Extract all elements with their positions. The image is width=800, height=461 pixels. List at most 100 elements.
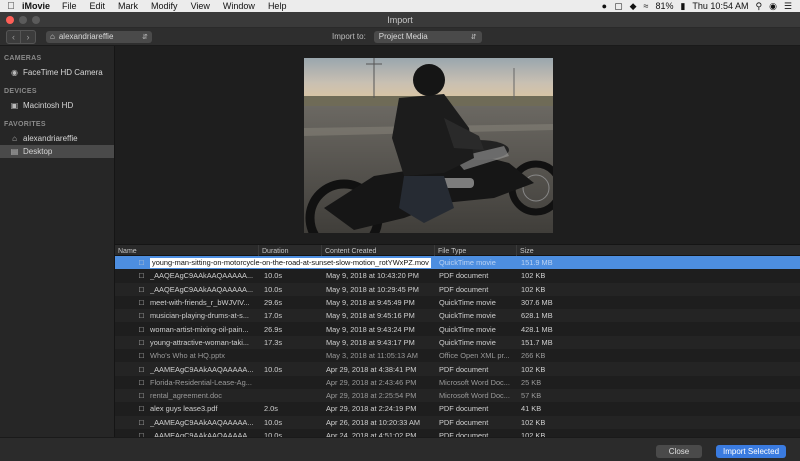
- file-created: Apr 29, 2018 at 2:24:19 PM: [326, 404, 417, 414]
- window-titlebar: Import: [0, 12, 800, 28]
- apple-menu-icon[interactable]: : [0, 1, 22, 12]
- home-icon: ⌂: [12, 134, 17, 143]
- file-size: 57 KB: [521, 391, 542, 401]
- file-name: _AAMEAgC9AAkAAQAAAAA...: [150, 431, 254, 437]
- sidebar-item-desktop[interactable]: ▤ Desktop: [0, 145, 114, 158]
- battery-icon[interactable]: ▮: [680, 1, 685, 12]
- file-icon: □: [139, 431, 144, 437]
- table-row[interactable]: □ musician-playing-drums-at-s... 17.0s M…: [115, 309, 800, 323]
- file-duration: 26.9s: [264, 324, 283, 334]
- file-icon: □: [139, 377, 144, 387]
- file-created: May 3, 2018 at 11:05:13 AM: [326, 351, 418, 361]
- file-created: Apr 29, 2018 at 2:25:54 PM: [326, 391, 417, 401]
- folder-icon: ▤: [10, 147, 19, 156]
- file-name: _AAMEAgC9AAkAAQAAAAA...: [150, 364, 254, 374]
- video-file-icon: □: [139, 311, 144, 321]
- import-selected-button[interactable]: Import Selected: [716, 445, 786, 458]
- file-created: Apr 29, 2018 at 2:43:46 PM: [326, 377, 417, 387]
- file-type: QuickTime movie: [439, 337, 496, 347]
- user-avatar-icon[interactable]: ◉: [769, 1, 777, 12]
- file-icon: □: [139, 364, 144, 374]
- sidebar-item-label: Desktop: [23, 147, 53, 156]
- file-type: Office Open XML pr...: [439, 351, 510, 361]
- section-cameras: CAMERAS: [4, 55, 42, 62]
- file-icon: □: [139, 271, 144, 281]
- file-icon: □: [139, 417, 144, 427]
- video-file-icon: □: [139, 337, 144, 347]
- file-size: 102 KB: [521, 417, 546, 427]
- creative-cloud-icon[interactable]: ●: [602, 1, 607, 11]
- location-label: alexandriareffie: [58, 32, 114, 41]
- table-row[interactable]: □ alex guys lease3.pdf 2.0s Apr 29, 2018…: [115, 402, 800, 415]
- file-type: QuickTime movie: [439, 298, 496, 308]
- file-type: PDF document: [439, 404, 489, 414]
- video-file-icon: □: [139, 324, 144, 334]
- table-row[interactable]: □ _AAMEAgC9AAkAAQAAAAA... 10.0s Apr 29, …: [115, 362, 800, 376]
- menu-file[interactable]: File: [62, 1, 77, 11]
- table-row[interactable]: □ _AAQEAgC9AAkAAQAAAAA... 10.0s May 9, 2…: [115, 282, 800, 296]
- file-type: PDF document: [439, 271, 489, 281]
- back-icon[interactable]: ‹: [7, 30, 21, 43]
- menu-help[interactable]: Help: [268, 1, 287, 11]
- section-devices: DEVICES: [4, 88, 37, 95]
- file-size: 428.1 MB: [521, 324, 553, 334]
- battery-percent[interactable]: 81%: [655, 1, 673, 11]
- table-row[interactable]: □ young-man-sitting-on-motorcycle-on-the…: [115, 256, 800, 270]
- table-row[interactable]: □ _AAMEAgC9AAkAAQAAAAA... 10.0s Apr 26, …: [115, 415, 800, 429]
- file-size: 41 KB: [521, 404, 542, 414]
- file-type: Microsoft Word Doc...: [439, 391, 510, 401]
- table-row[interactable]: □ _AAMEAgC9AAkAAQAAAAA... 10.0s Apr 24, …: [115, 429, 800, 437]
- file-name-edit-field[interactable]: young-man-sitting-on-motorcycle-on-the-r…: [150, 257, 431, 268]
- forward-icon[interactable]: ›: [21, 31, 35, 43]
- table-row[interactable]: □ woman-artist-mixing-oil-pain... 26.9s …: [115, 322, 800, 335]
- table-row[interactable]: □ rental_agreement.doc Apr 29, 2018 at 2…: [115, 388, 800, 403]
- sidebar-item-label: alexandriareffie: [23, 134, 78, 143]
- sidebar-item-facetime-camera[interactable]: ◉ FaceTime HD Camera: [0, 66, 114, 79]
- file-name[interactable]: young-man-sitting-on-motorcycle-on-the-r…: [150, 256, 480, 269]
- motorcycle-rider-thumbnail: [304, 58, 553, 233]
- menu-window[interactable]: Window: [223, 1, 255, 11]
- file-name: young-attractive-woman-taki...: [150, 337, 249, 347]
- sidebar: CAMERAS ◉ FaceTime HD Camera DEVICES ▣ M…: [0, 46, 115, 437]
- table-row[interactable]: □ Florida-Residential-Lease-Ag... Apr 29…: [115, 376, 800, 389]
- sidebar-item-home[interactable]: ⌂ alexandriareffie: [0, 132, 114, 145]
- location-dropdown[interactable]: ⌂ alexandriareffie ⇵: [46, 30, 152, 43]
- clock[interactable]: Thu 10:54 AM: [692, 1, 748, 11]
- camera-icon: ◉: [11, 68, 18, 77]
- file-icon: □: [139, 351, 144, 361]
- menu-mark[interactable]: Mark: [118, 1, 138, 11]
- menu-modify[interactable]: Modify: [151, 1, 178, 11]
- file-size: 266 KB: [521, 351, 546, 361]
- table-header: Name Duration Content Created File Type …: [115, 244, 800, 257]
- import-destination-dropdown[interactable]: Project Media ⇵: [373, 30, 482, 43]
- table-row[interactable]: □ young-attractive-woman-taki... 17.3s M…: [115, 335, 800, 350]
- file-type: QuickTime movie: [439, 324, 496, 334]
- file-duration: 10.0s: [264, 271, 283, 281]
- table-row[interactable]: □ Who's Who at HQ.pptx May 3, 2018 at 11…: [115, 349, 800, 362]
- table-row[interactable]: □ _AAQEAgC9AAkAAQAAAAA... 10.0s May 9, 2…: [115, 269, 800, 282]
- app-menu[interactable]: iMovie: [22, 1, 50, 11]
- wifi-icon[interactable]: ≈: [644, 1, 649, 11]
- file-name: _AAQEAgC9AAkAAQAAAAA...: [150, 284, 254, 294]
- drive-icon: ▣: [10, 101, 19, 110]
- file-created: May 9, 2018 at 9:45:49 PM: [326, 298, 415, 308]
- menu-edit[interactable]: Edit: [90, 1, 106, 11]
- sidebar-item-macintosh-hd[interactable]: ▣ Macintosh HD: [0, 99, 114, 112]
- file-type: PDF document: [439, 431, 489, 437]
- file-name: alex guys lease3.pdf: [150, 404, 218, 414]
- file-name: Who's Who at HQ.pptx: [150, 351, 225, 361]
- notification-center-icon[interactable]: ☰: [784, 1, 792, 12]
- spotlight-search-icon[interactable]: ⚲: [755, 1, 762, 12]
- table-row[interactable]: □ meet-with-friends_r_bWJVIV... 29.6s Ma…: [115, 296, 800, 309]
- shield-icon[interactable]: ◆: [630, 1, 637, 12]
- sidebar-item-label: Macintosh HD: [23, 101, 74, 110]
- file-duration: 17.3s: [264, 337, 283, 347]
- close-button[interactable]: Close: [656, 445, 702, 458]
- menu-view[interactable]: View: [191, 1, 210, 11]
- menu-bar:  iMovie File Edit Mark Modify View Wind…: [0, 0, 800, 12]
- file-name: musician-playing-drums-at-s...: [150, 311, 249, 321]
- file-size: 102 KB: [521, 431, 546, 437]
- file-size: 307.6 MB: [521, 298, 553, 308]
- s-app-icon[interactable]: ▢: [614, 1, 623, 12]
- import-to-label: Import to:: [332, 32, 366, 41]
